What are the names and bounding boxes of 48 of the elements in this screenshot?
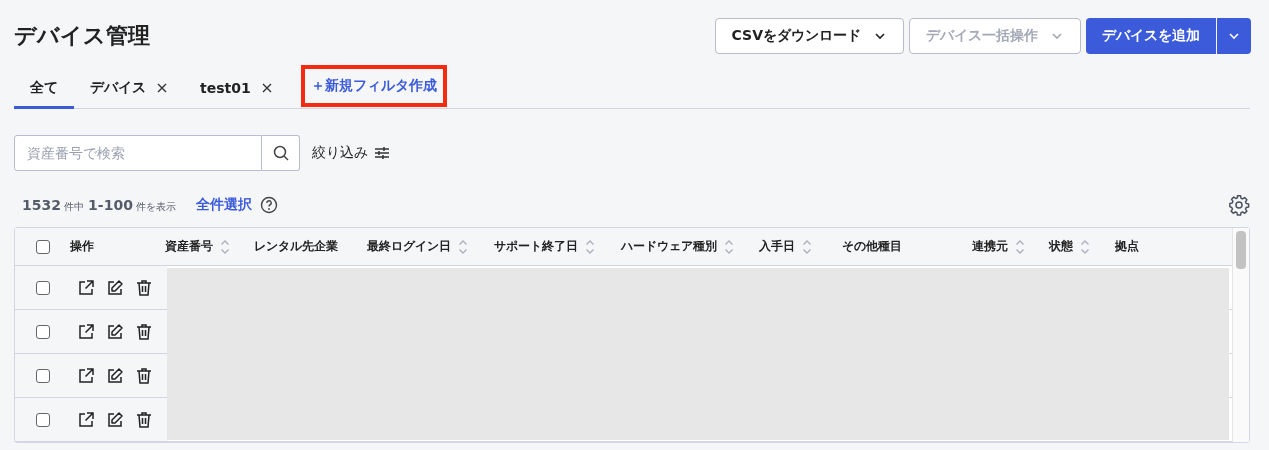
new-filter-link[interactable]: ＋新規フィルタ作成	[300, 65, 447, 107]
trash-icon[interactable]	[135, 278, 153, 297]
external-link-icon[interactable]	[77, 278, 95, 297]
search-field[interactable]: 資産番号で検索	[14, 135, 262, 171]
add-device-button[interactable]: デバイスを追加	[1086, 18, 1216, 54]
external-link-icon[interactable]	[77, 322, 95, 341]
sliders-icon	[374, 146, 390, 160]
filter-tab[interactable]: デバイス	[74, 70, 184, 109]
edit-icon[interactable]	[106, 366, 124, 385]
select-all-checkbox[interactable]	[35, 239, 50, 254]
edit-icon[interactable]	[106, 278, 124, 297]
trash-icon[interactable]	[135, 410, 153, 429]
column-header: 連携元	[972, 238, 1008, 255]
column-header: 資産番号	[165, 238, 213, 255]
filter-tab[interactable]: test01	[184, 70, 289, 109]
column-header: その他種目	[842, 238, 902, 255]
column-header: 操作	[70, 238, 94, 255]
external-link-icon[interactable]	[77, 410, 95, 429]
close-icon[interactable]	[156, 82, 168, 94]
dropdown-toggle-button[interactable]	[1217, 18, 1251, 54]
scrollbar[interactable]	[1232, 228, 1249, 442]
row-checkbox[interactable]	[35, 412, 50, 427]
search-icon	[271, 144, 290, 162]
column-header: ハードウェア種別	[621, 238, 717, 255]
filter-tab[interactable]: 全て	[14, 70, 74, 109]
dropdown-button[interactable]: CSVをダウンロード	[714, 18, 904, 54]
row-checkbox[interactable]	[35, 368, 50, 383]
close-icon[interactable]	[260, 82, 273, 94]
column-header: 最終ログイン日	[367, 238, 451, 255]
column-header: 拠点	[1115, 238, 1139, 255]
filter-button[interactable]: 絞り込み	[312, 144, 390, 162]
row-checkbox[interactable]	[35, 280, 50, 295]
settings-icon[interactable]	[1228, 194, 1250, 216]
column-header: レンタル先企業	[254, 238, 338, 255]
page-title: デバイス管理	[14, 22, 150, 50]
row-checkbox[interactable]	[35, 324, 50, 339]
edit-icon[interactable]	[106, 410, 124, 429]
search-button[interactable]	[262, 135, 300, 171]
trash-icon[interactable]	[135, 366, 153, 385]
column-header: 入手日	[759, 238, 795, 255]
select-all-link[interactable]: 全件選択	[195, 196, 252, 214]
external-link-icon[interactable]	[77, 366, 95, 385]
edit-icon[interactable]	[106, 322, 124, 341]
result-count: 1532 件中 1-100 件を表示	[22, 196, 176, 214]
trash-icon[interactable]	[135, 322, 153, 341]
column-header: 状態	[1049, 238, 1073, 255]
column-header: サポート終了日	[494, 238, 578, 255]
help-icon[interactable]	[259, 196, 278, 214]
